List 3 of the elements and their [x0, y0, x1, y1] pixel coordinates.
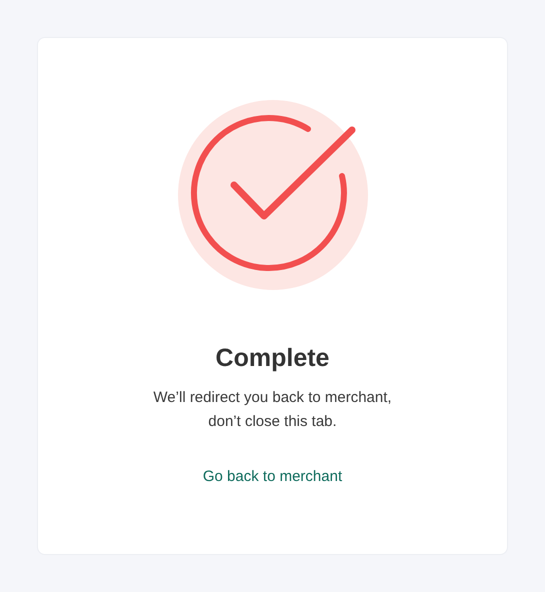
back-to-merchant-link[interactable]: Go back to merchant: [202, 466, 342, 488]
status-message: We’ll redirect you back to merchant, don’t close this tab.: [153, 388, 392, 432]
status-title: Complete: [216, 343, 330, 374]
